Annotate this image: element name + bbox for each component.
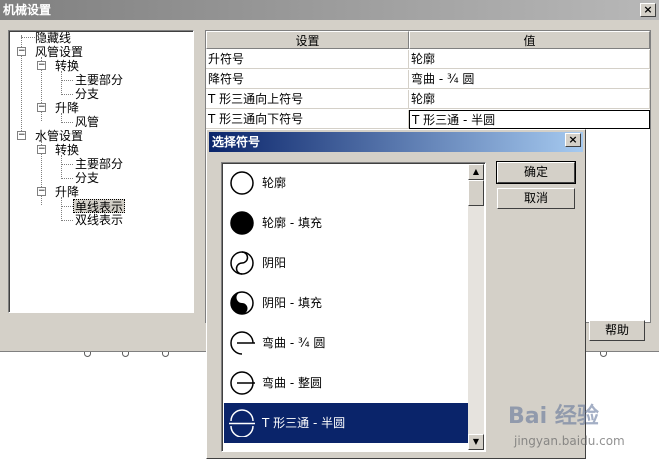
symbol-item-bend-three-quarter[interactable]: 弯曲 - ¾ 圆 [224, 323, 470, 363]
column-header-value[interactable]: 值 [409, 31, 650, 49]
tree-connector [61, 206, 73, 207]
tree-connector [61, 94, 73, 95]
tree-item-duct-branch[interactable]: 分支 [75, 87, 99, 101]
tree-item-duct-settings[interactable]: 风管设置 [35, 45, 83, 59]
tree-item-duct[interactable]: 风管 [75, 115, 99, 129]
grid-cell-value[interactable]: 轮廓 [409, 90, 650, 109]
scroll-down-icon[interactable]: ▼ [468, 434, 484, 450]
symbol-item-outline[interactable]: 轮廓 [224, 163, 470, 203]
symbol-item-bend-full-circle[interactable]: 弯曲 - 整圆 [224, 363, 470, 403]
grid-cell-setting: 升符号 [206, 50, 409, 69]
symbol-item-tee-half-circle[interactable]: T 形三通 - 半圆 [224, 403, 470, 443]
bend-full-circle-icon [230, 371, 255, 395]
symbol-item-label: 弯曲 - ¾ 圆 [262, 336, 326, 350]
symbol-list-scrollbar[interactable]: ▲ ▼ [468, 164, 484, 450]
grid-cell-setting: T 形三通向下符号 [206, 110, 409, 129]
window-edge-artifact [162, 352, 169, 357]
cancel-button[interactable]: 取消 [497, 188, 575, 209]
tree-item-duct-rise-drop[interactable]: 升降 [55, 101, 79, 115]
tree-connector [21, 37, 35, 38]
symbol-item-yin-yang[interactable]: 阴阳 [224, 243, 470, 283]
grid-cell-setting: T 形三通向上符号 [206, 90, 409, 109]
tree-connector [61, 178, 73, 179]
tree-item-single-line[interactable]: 单线表示 [73, 199, 126, 214]
tree-item-pipe-settings[interactable]: 水管设置 [35, 129, 83, 143]
tree-item-hidden-lines[interactable]: 隐藏线 [35, 31, 71, 45]
collapse-toggle-icon[interactable]: − [37, 145, 46, 154]
yin-yang-icon [230, 251, 254, 275]
tree-connector [61, 197, 62, 221]
tree-connector [61, 220, 73, 221]
settings-tree: 隐藏线 − 风管设置 − 转换 主要部分 分支 − 升降 风管 − 水管设置 −… [8, 30, 194, 313]
collapse-toggle-icon[interactable]: − [17, 131, 26, 140]
collapse-toggle-icon[interactable]: − [37, 187, 46, 196]
tee-half-circle-icon [229, 409, 255, 437]
tree-connector [61, 71, 62, 95]
watermark-url: jingyan.baidu.com [514, 434, 625, 448]
window-edge-artifact [600, 352, 607, 357]
scroll-up-icon[interactable]: ▲ [468, 164, 484, 180]
tree-item-pipe-conversion[interactable]: 转换 [55, 143, 79, 157]
tree-item-pipe-branch[interactable]: 分支 [75, 171, 99, 185]
dialog-title: 选择符号 [209, 132, 583, 152]
grid-cell-setting: 降符号 [206, 70, 409, 89]
baidu-watermark: Bai 经验 jingyan.baidu.com [508, 398, 653, 456]
tree-connector [61, 122, 73, 123]
tree-item-double-line[interactable]: 双线表示 [75, 213, 123, 227]
collapse-toggle-icon[interactable]: − [17, 47, 26, 56]
symbol-item-label: 轮廓 [262, 176, 287, 190]
tree-item-pipe-main[interactable]: 主要部分 [75, 157, 123, 171]
grid-cell-value-editing[interactable]: T 形三通 - 半圆 [409, 110, 650, 129]
collapse-toggle-icon[interactable]: − [37, 61, 46, 70]
symbol-item-yin-yang-filled[interactable]: 阴阳 - 填充 [224, 283, 470, 323]
tree-connector [61, 164, 73, 165]
help-button[interactable]: 帮助 [589, 320, 645, 341]
bend-three-quarter-icon [230, 331, 255, 355]
tree-item-duct-conversion[interactable]: 转换 [55, 59, 79, 73]
window-title: 机械设置 [0, 0, 659, 20]
symbol-item-outline-filled[interactable]: 轮廓 - 填充 [224, 203, 470, 243]
yin-yang-filled-icon [230, 291, 254, 315]
grid-cell-value[interactable]: 弯曲 - ¾ 圆 [409, 70, 650, 89]
ok-button[interactable]: 确定 [496, 161, 576, 184]
collapse-toggle-icon[interactable]: − [37, 103, 46, 112]
symbol-item-label: T 形三通 - 半圆 [262, 416, 346, 430]
tree-connector [61, 80, 73, 81]
tree-item-pipe-rise-drop[interactable]: 升降 [55, 185, 79, 199]
symbol-item-label: 弯曲 - 整圆 [262, 376, 322, 390]
symbol-item-label: 阴阳 [262, 256, 287, 270]
symbol-item-label: 阴阳 - 填充 [262, 296, 322, 310]
tree-item-duct-main[interactable]: 主要部分 [75, 73, 123, 87]
close-button[interactable]: × [640, 3, 656, 17]
watermark-logo: Bai 经验 [508, 404, 599, 429]
circle-outline-icon [230, 171, 254, 195]
grid-cell-value[interactable]: 轮廓 [409, 50, 650, 69]
circle-filled-icon [230, 211, 254, 235]
symbol-list: 轮廓 轮廓 - 填充 阴阳 阴阳 - 填充 弯曲 - ¾ 圆 弯曲 - 整圆 T… [221, 162, 486, 452]
column-header-setting[interactable]: 设置 [206, 31, 409, 49]
window-edge-artifact [122, 352, 129, 357]
scroll-thumb[interactable] [468, 180, 484, 206]
symbol-item-label: 轮廓 - 填充 [262, 216, 322, 230]
dialog-close-button[interactable]: × [565, 133, 581, 147]
window-edge-artifact [84, 352, 91, 357]
tree-connector [61, 155, 62, 179]
